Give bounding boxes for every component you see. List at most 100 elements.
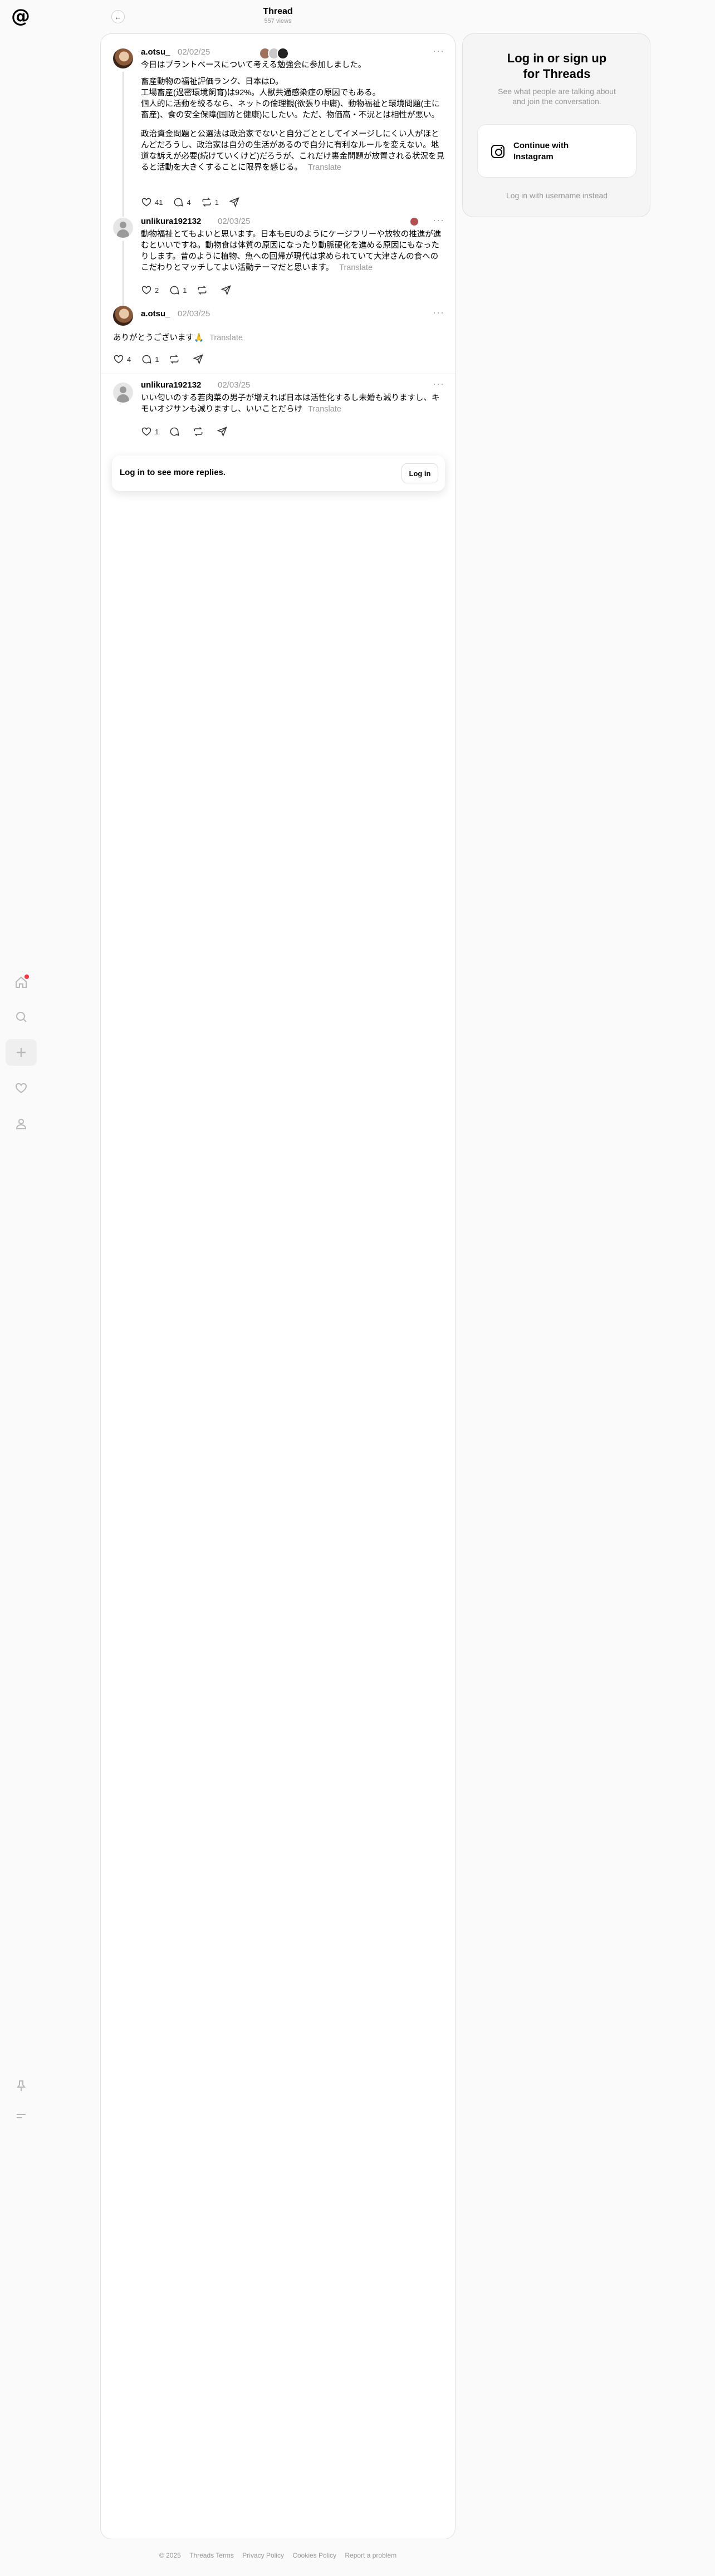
heart-icon — [141, 286, 151, 295]
share-button[interactable] — [221, 285, 234, 296]
share-button[interactable] — [217, 426, 231, 437]
footer-cookies-link[interactable]: Cookies Policy — [292, 2551, 336, 2559]
post-date[interactable]: 02/03/25 — [218, 380, 250, 390]
heart-icon — [15, 1083, 27, 1094]
translate-link[interactable]: Translate — [339, 263, 373, 272]
repost-icon — [202, 197, 211, 207]
nav-search[interactable] — [6, 1003, 37, 1030]
repost-button[interactable] — [193, 426, 207, 437]
post-username[interactable]: a.otsu_ — [141, 309, 170, 319]
footer-privacy-link[interactable]: Privacy Policy — [242, 2551, 284, 2559]
comment-button[interactable]: 1 — [169, 285, 187, 296]
post-text-body: ありがとうございます🙏 — [113, 334, 204, 342]
footer-report-link[interactable]: Report a problem — [345, 2551, 396, 2559]
login-username-link[interactable]: Log in with username instead — [463, 191, 651, 200]
post-username[interactable]: unlikura192132 — [141, 380, 201, 390]
nav-create[interactable] — [6, 1039, 37, 1066]
nav-profile[interactable] — [6, 1110, 37, 1137]
login-button[interactable]: Log in — [401, 463, 438, 483]
post-actions: 1 — [141, 425, 241, 438]
instagram-button-label: Continue with Instagram — [513, 141, 569, 161]
avatar[interactable] — [113, 383, 133, 403]
share-icon — [217, 427, 228, 437]
post-date[interactable]: 02/03/25 — [178, 309, 210, 319]
post-actions: 4 1 — [113, 352, 217, 366]
share-button[interactable] — [229, 197, 243, 208]
heart-icon — [114, 355, 124, 364]
repost-button[interactable] — [169, 354, 183, 365]
comment-icon — [170, 286, 179, 295]
notification-dot — [25, 974, 29, 979]
profile-icon — [16, 1119, 27, 1129]
translate-link[interactable]: Translate — [308, 405, 341, 414]
like-count: 1 — [155, 427, 159, 436]
continue-with-instagram-button[interactable]: Continue with Instagram — [477, 124, 636, 178]
post-username[interactable]: unlikura192132 — [141, 217, 201, 226]
like-button[interactable]: 1 — [141, 426, 159, 437]
avatar — [409, 217, 419, 227]
comment-button[interactable]: 4 — [173, 197, 191, 208]
share-icon — [229, 197, 239, 208]
repost-button[interactable] — [197, 285, 210, 296]
repost-icon — [198, 285, 207, 295]
more-replies-text: Log in to see more replies. — [120, 468, 226, 477]
more-options-icon[interactable]: ··· — [433, 378, 444, 390]
post-actions: 41 4 1 — [141, 195, 253, 209]
login-card: Log in or sign up for Threads See what p… — [462, 33, 650, 217]
menu-icon — [17, 2114, 26, 2118]
page-title: Thread — [263, 7, 293, 16]
avatar[interactable] — [113, 48, 133, 68]
heart-icon — [141, 198, 151, 207]
nav-home[interactable] — [6, 969, 37, 996]
share-icon — [221, 285, 232, 296]
share-button[interactable] — [193, 354, 207, 365]
avatar — [277, 47, 289, 60]
liked-avatars — [259, 47, 289, 60]
comment-count: 1 — [183, 286, 187, 295]
more-options-icon[interactable]: ··· — [433, 307, 444, 319]
plus-icon — [17, 1048, 26, 1057]
nav-activity[interactable] — [6, 1075, 37, 1101]
search-icon — [16, 1012, 27, 1022]
post-date[interactable]: 02/02/25 — [178, 47, 210, 57]
comment-button[interactable]: 1 — [141, 354, 159, 365]
repost-count: 1 — [214, 198, 219, 207]
post-line: 畜産動物の福祉評価ランク、日本はD。 — [141, 77, 283, 86]
thread-line — [123, 72, 124, 217]
post-text: 今日はプラントベースについて考える勉強会に参加しました。 畜産動物の福祉評価ラン… — [141, 60, 446, 173]
comment-icon — [170, 427, 179, 436]
comment-count: 1 — [155, 355, 159, 364]
nav-menu[interactable] — [6, 2103, 37, 2129]
like-count: 4 — [127, 355, 131, 364]
post-date[interactable]: 02/03/25 — [218, 217, 250, 226]
post-text: ありがとうございます🙏 Translate — [113, 332, 445, 344]
pin-icon — [17, 2080, 26, 2091]
more-options-icon[interactable]: ··· — [433, 214, 444, 226]
post-username[interactable]: a.otsu_ — [141, 47, 170, 57]
translate-link[interactable]: Translate — [308, 163, 341, 172]
post-line: 政治資金問題と公選法は政治家でないと自分ごととしてイメージしにくい人がほとんどだ… — [141, 129, 446, 173]
more-options-icon[interactable]: ··· — [433, 45, 444, 57]
thread-column: a.otsu_ 02/02/25 ··· 今日はプラントベースについて考える勉強… — [100, 33, 456, 2539]
like-button[interactable]: 41 — [141, 197, 163, 208]
nav-rail: @ — [0, 0, 42, 2576]
view-count: 557 views — [264, 18, 292, 25]
footer-copyright: © 2025 — [159, 2551, 181, 2559]
avatar[interactable] — [113, 218, 133, 238]
post-spacer — [141, 121, 446, 129]
more-replies-banner: Log in to see more replies. Log in — [112, 456, 445, 491]
footer: © 2025 Threads Terms Privacy Policy Cook… — [100, 2551, 456, 2559]
translate-link[interactable]: Translate — [209, 334, 243, 342]
login-title: Log in or sign up for Threads — [507, 51, 607, 81]
threads-logo-icon[interactable]: @ — [11, 7, 30, 26]
like-button[interactable]: 4 — [113, 354, 131, 365]
post-line-text: 政治資金問題と公選法は政治家でないと自分ごととしてイメージしにくい人がほとんどだ… — [141, 130, 444, 172]
like-button[interactable]: 2 — [141, 285, 159, 296]
instagram-icon — [491, 145, 505, 158]
nav-pin[interactable] — [6, 2073, 37, 2099]
repost-button[interactable]: 1 — [201, 197, 219, 208]
avatar[interactable] — [113, 306, 133, 326]
comment-icon — [174, 198, 183, 207]
footer-terms-link[interactable]: Threads Terms — [189, 2551, 234, 2559]
comment-button[interactable] — [169, 426, 183, 437]
